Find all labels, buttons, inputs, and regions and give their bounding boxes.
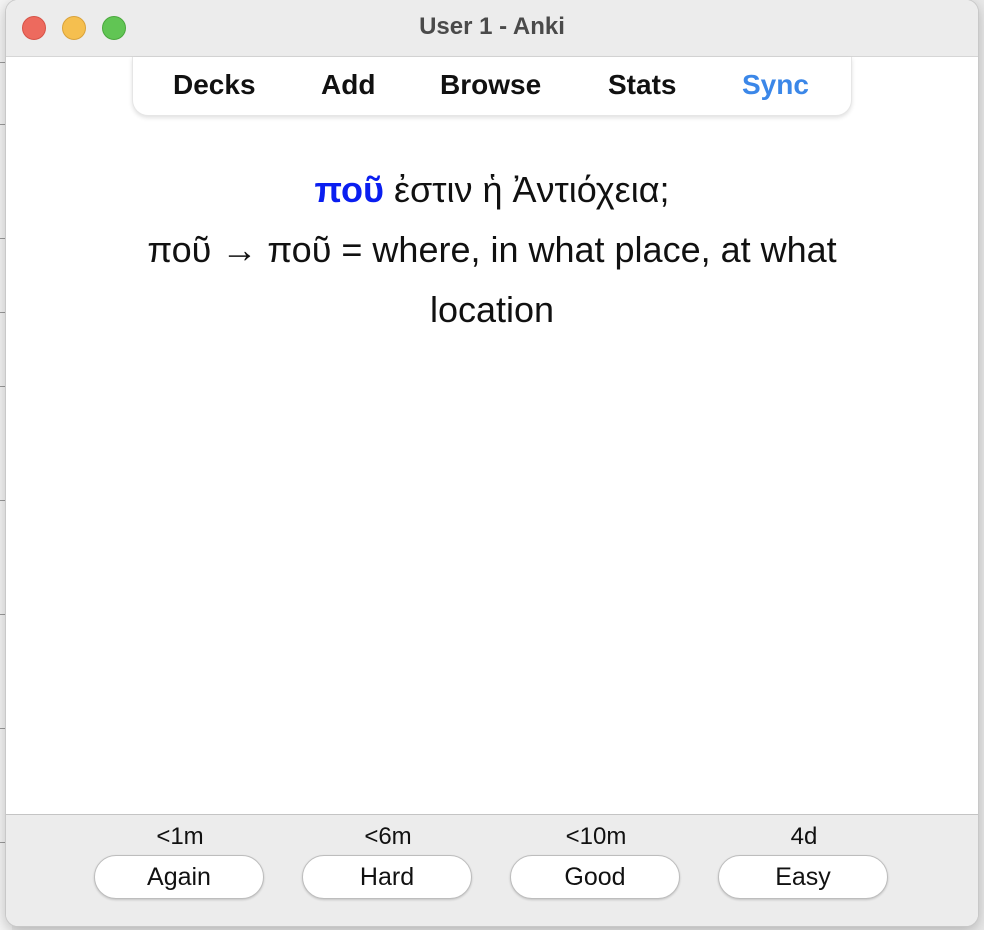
card-content: ποῦ ἐστιν ἡ Ἀντιόχεια; ποῦ → ποῦ = where… [6, 160, 978, 340]
answer-hard-group: <6m Hard [302, 815, 474, 926]
window-title: User 1 - Anki [419, 13, 565, 40]
anki-main-window: User 1 - Anki Decks Add Browse Stats Syn… [6, 0, 978, 926]
good-button[interactable]: Good [510, 855, 680, 899]
main-toolbar: Decks Add Browse Stats Sync [132, 57, 852, 116]
easy-interval: 4d [790, 823, 818, 850]
answer-bar: <1m Again <6m Hard <10m Good 4d Easy [6, 814, 978, 926]
hard-interval: <6m [364, 823, 412, 850]
again-interval: <1m [156, 823, 204, 850]
title-bar[interactable]: User 1 - Anki [6, 0, 978, 57]
card-front-highlighted-word: ποῦ [314, 169, 384, 210]
easy-button[interactable]: Easy [718, 855, 888, 899]
toolbar-sync-link[interactable]: Sync [742, 67, 809, 103]
toolbar-add-link[interactable]: Add [321, 67, 375, 103]
toolbar-browse-link[interactable]: Browse [440, 67, 541, 103]
answer-good-group: <10m Good [510, 815, 682, 926]
answer-again-group: <1m Again [94, 815, 266, 926]
card-front: ποῦ ἐστιν ἡ Ἀντιόχεια; [6, 160, 978, 220]
toolbar-decks-link[interactable]: Decks [173, 67, 256, 103]
hard-button[interactable]: Hard [302, 855, 472, 899]
good-interval: <10m [565, 823, 627, 850]
card-back: ποῦ → ποῦ = where, in what place, at wha… [147, 229, 837, 330]
again-button[interactable]: Again [94, 855, 264, 899]
toolbar-stats-link[interactable]: Stats [608, 67, 676, 103]
card-front-text: ἐστιν ἡ Ἀντιόχεια; [383, 169, 670, 210]
answer-easy-group: 4d Easy [718, 815, 890, 926]
